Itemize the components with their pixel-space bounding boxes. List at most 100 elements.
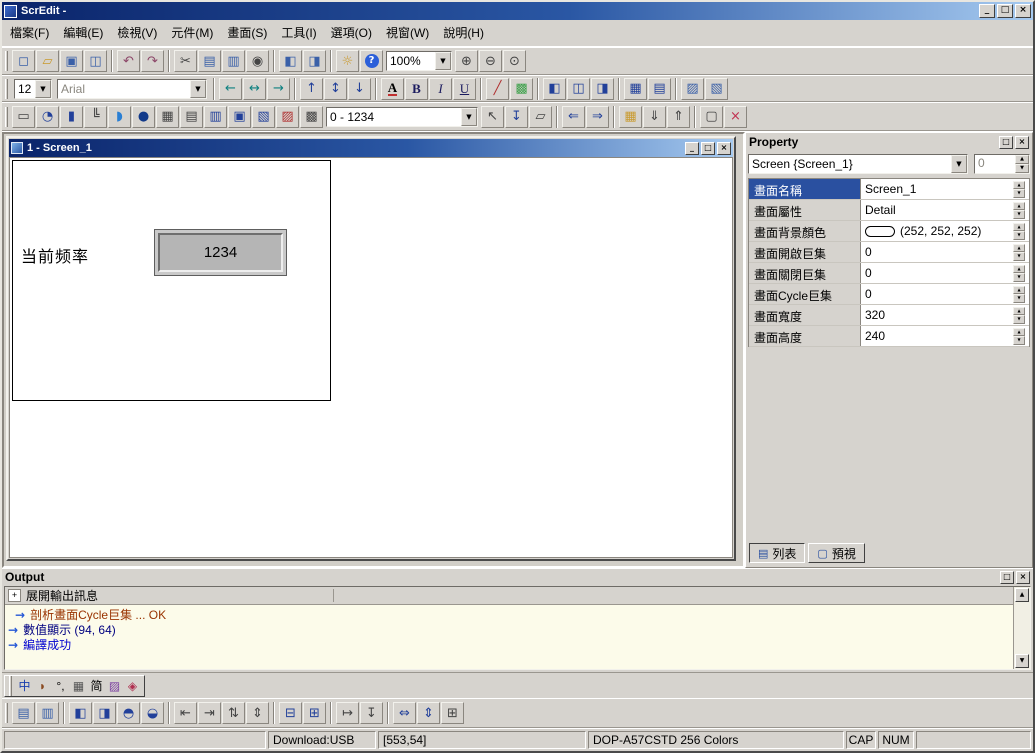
spin-down-icon[interactable]: ▼	[1013, 336, 1025, 345]
property-value[interactable]: 0 ▲ ▼	[861, 242, 1029, 262]
screen-manager-icon[interactable]: ◧	[279, 50, 302, 72]
compile-screen-icon[interactable]: ▦	[619, 106, 642, 128]
property-spinner[interactable]: 0 ▲ ▼	[974, 154, 1030, 174]
row-spinner[interactable]: ▲ ▼	[1013, 286, 1025, 303]
state-prev-icon[interactable]: ◧	[543, 78, 566, 100]
spin-down-icon[interactable]: ▼	[1013, 210, 1025, 219]
property-value[interactable]: 0 ▲ ▼	[861, 284, 1029, 304]
menu-edit[interactable]: 編輯(E)	[56, 20, 110, 46]
minimize-button[interactable]: _	[979, 4, 995, 18]
spin-down-icon[interactable]: ▼	[1013, 189, 1025, 198]
spin-up-icon[interactable]: ▲	[1013, 223, 1025, 232]
toolbar-grip[interactable]	[5, 79, 8, 99]
menu-tools[interactable]: 工具(I)	[274, 20, 323, 46]
ime-softkeyboard-button[interactable]: ▦	[70, 677, 87, 695]
scroll-up-icon[interactable]: ▲	[1015, 588, 1029, 602]
curve-element-icon[interactable]: ▧	[252, 106, 275, 128]
property-value[interactable]: (252, 252, 252) ▲ ▼	[861, 221, 1029, 241]
send-to-back-icon[interactable]: ▥	[36, 702, 59, 724]
spin-down-icon[interactable]: ▼	[1013, 294, 1025, 303]
open-project-icon[interactable]: ▱	[36, 50, 59, 72]
screen-window-titlebar[interactable]: 1 - Screen_1 _□×	[9, 139, 733, 157]
element-list-icon[interactable]: ▤	[648, 78, 671, 100]
dropdown-arrow-icon[interactable]: ▼	[461, 108, 477, 126]
even-spacing-h-icon[interactable]: ⇅	[222, 702, 245, 724]
stop-icon[interactable]: ×	[724, 106, 747, 128]
spin-up-icon[interactable]: ▲	[1013, 328, 1025, 337]
tab-preview[interactable]: ▢ 預視	[808, 543, 864, 563]
restore-button[interactable]: □	[701, 142, 715, 155]
copy-icon[interactable]: ▤	[198, 50, 221, 72]
fit-height-icon[interactable]: ⇕	[417, 702, 440, 724]
align-left-arrow-icon[interactable]: ←	[219, 78, 242, 100]
even-spacing-v-icon[interactable]: ⇕	[246, 702, 269, 724]
property-label[interactable]: 畫面名稱	[749, 179, 861, 199]
output-message-compile[interactable]: → 編譯成功	[8, 637, 1010, 652]
menu-view[interactable]: 檢視(V)	[110, 20, 164, 46]
row-spinner[interactable]: ▲ ▼	[1013, 202, 1025, 219]
text-bank-icon[interactable]: ▧	[705, 78, 728, 100]
row-spinner[interactable]: ▲ ▼	[1013, 244, 1025, 261]
property-row-screen-name[interactable]: 畫面名稱 Screen_1 ▲ ▼	[749, 179, 1029, 200]
font-size-select[interactable]: 12 ▼	[14, 79, 52, 99]
spin-up-icon[interactable]: ▲	[1013, 286, 1025, 295]
property-label[interactable]: 畫面寬度	[749, 305, 861, 325]
screen-preview-icon[interactable]: ◨	[303, 50, 326, 72]
fit-width-icon[interactable]: ⇔	[393, 702, 416, 724]
zoom-in-icon[interactable]: ⊕	[455, 50, 478, 72]
same-height-icon[interactable]: ⊞	[303, 702, 326, 724]
save-icon[interactable]: ▣	[60, 50, 83, 72]
italic-icon[interactable]: I	[429, 78, 452, 100]
menu-screen[interactable]: 畫面(S)	[220, 20, 274, 46]
new-screen-icon[interactable]: ◻	[12, 50, 35, 72]
find-icon[interactable]: ◉	[246, 50, 269, 72]
help-icon[interactable]: ?	[360, 50, 383, 72]
element-state-select[interactable]: 0 - 1234 ▼	[326, 107, 478, 127]
property-row-open-macro[interactable]: 畫面開啟巨集 0 ▲ ▼	[749, 242, 1029, 263]
bar-element-icon[interactable]: ▮	[60, 106, 83, 128]
output-scrollbar[interactable]: ▲ ▼	[1013, 587, 1030, 669]
numeric-display-icon[interactable]: ▤	[180, 106, 203, 128]
align-top-arrow-icon[interactable]: ↑	[300, 78, 323, 100]
property-label[interactable]: 畫面開啟巨集	[749, 242, 861, 262]
property-value[interactable]: Detail ▲ ▼	[861, 200, 1029, 220]
numeric-display-element[interactable]: 1234	[154, 229, 287, 276]
menu-window[interactable]: 視窗(W)	[379, 20, 436, 46]
float-button[interactable]: □	[999, 136, 1013, 149]
download-screen-icon[interactable]: ⇓	[643, 106, 666, 128]
menu-file[interactable]: 檔案(F)	[3, 20, 56, 46]
align-center-h-icon[interactable]: ↔	[243, 78, 266, 100]
output-header-label[interactable]: 展開輸出訊息	[26, 587, 98, 604]
picture-bank-icon[interactable]: ▨	[681, 78, 704, 100]
spin-down-icon[interactable]: ▼	[1015, 164, 1029, 173]
close-button[interactable]: ×	[1016, 571, 1030, 584]
spin-up-icon[interactable]: ▲	[1015, 155, 1029, 164]
state-next-icon[interactable]: ◨	[591, 78, 614, 100]
property-value[interactable]: 320 ▲ ▼	[861, 305, 1029, 325]
button-element-icon[interactable]: ▭	[12, 106, 35, 128]
spin-up-icon[interactable]: ▲	[1013, 202, 1025, 211]
cut-icon[interactable]: ✂	[174, 50, 197, 72]
meter-element-icon[interactable]: ◔	[36, 106, 59, 128]
static-text-element[interactable]: 当前频率	[21, 243, 89, 267]
toolbar-grip[interactable]	[5, 703, 8, 723]
bold-icon[interactable]: B	[405, 78, 428, 100]
maximize-button[interactable]: □	[997, 4, 1013, 18]
property-value[interactable]: 0 ▲ ▼	[861, 263, 1029, 283]
sampling-element-icon[interactable]: ▨	[276, 106, 299, 128]
redo-icon[interactable]: ↷	[141, 50, 164, 72]
align-right-icon[interactable]: ◨	[93, 702, 116, 724]
property-label[interactable]: 畫面關閉巨集	[749, 263, 861, 283]
ime-mode-button[interactable]: 中	[16, 677, 33, 695]
zoom-reset-icon[interactable]: ⊙	[503, 50, 526, 72]
spin-down-icon[interactable]: ▼	[1013, 231, 1025, 240]
spin-down-icon[interactable]: ▼	[1013, 315, 1025, 324]
underline-icon[interactable]: U	[453, 78, 476, 100]
fit-both-icon[interactable]: ⊞	[441, 702, 464, 724]
align-top-icon[interactable]: ◓	[117, 702, 140, 724]
cursor-select-icon[interactable]: ↖	[481, 106, 504, 128]
property-row-cycle-macro[interactable]: 畫面Cycle巨集 0 ▲ ▼	[749, 284, 1029, 305]
font-name-select[interactable]: Arial ▼	[57, 79, 207, 99]
row-spinner[interactable]: ▲ ▼	[1013, 265, 1025, 282]
ime-charset-button[interactable]: 简	[88, 677, 105, 695]
